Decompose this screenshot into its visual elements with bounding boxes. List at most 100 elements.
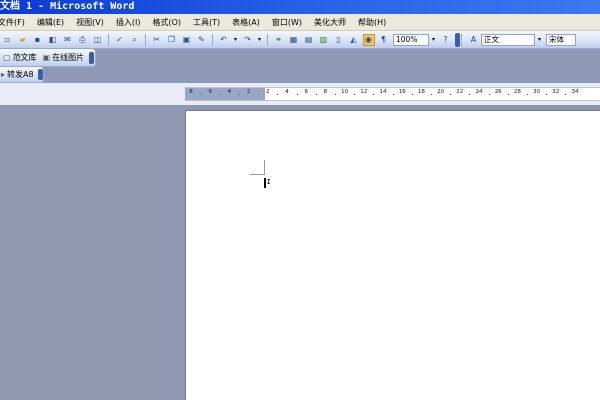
menu-edit[interactable]: 编辑(E) <box>37 14 64 31</box>
margin-corner-mark <box>264 160 265 175</box>
convert-toolbar: ▸ 转发A8 <box>0 67 44 83</box>
ruler-tick-label: 26 <box>494 89 502 95</box>
online-images-button[interactable]: ▣ 在线图片 <box>43 52 85 63</box>
tables-borders-icon[interactable]: ▦ <box>288 34 300 46</box>
convert-a8-button[interactable]: ▸ 转发A8 <box>1 69 34 80</box>
insert-excel-icon[interactable]: ▥ <box>318 34 330 46</box>
ruler-tick-label: 8 <box>323 89 328 95</box>
redo-icon[interactable]: ↷ <box>242 34 254 46</box>
toolbar2-options-icon[interactable] <box>89 51 95 64</box>
menu-view[interactable]: 视图(V) <box>76 14 104 31</box>
ruler-tick-mark <box>431 94 432 95</box>
standard-toolbar: ▫ ▰ ▪ ◧ ✉ ⎙ ◫ ✓ ⌕ ✂ ❐ ▣ ✎ ↶ ▾ ↷ ▾ ⚭ ▦ ▤ … <box>0 31 600 49</box>
template-library-label: 范文库 <box>12 53 37 62</box>
window-title: 文档 1 - Microsoft Word <box>0 1 135 12</box>
redo-dropdown-icon[interactable]: ▾ <box>255 35 264 45</box>
ruler-tick-mark <box>239 94 240 95</box>
ruler-tick-label: 6 <box>208 89 212 95</box>
template-library-icon: ▢ <box>3 53 11 62</box>
copy-icon[interactable]: ❐ <box>166 34 178 46</box>
style-select[interactable]: 正文 <box>481 33 535 46</box>
ruler-tick-mark <box>565 94 567 95</box>
menu-file[interactable]: 文件(F) <box>0 14 25 31</box>
ruler-tick-mark <box>296 94 298 95</box>
toolbar-separator <box>145 33 146 46</box>
menu-tools[interactable]: 工具(T) <box>193 14 220 31</box>
menu-bar: 文件(F) 编辑(E) 视图(V) 插入(I) 格式(O) 工具(T) 表格(A… <box>0 14 600 31</box>
columns-icon[interactable]: ▯ <box>333 34 345 46</box>
ruler-tick-label: 32 <box>552 89 560 95</box>
ruler-tick-label: 30 <box>533 89 541 95</box>
save-icon[interactable]: ▪ <box>32 34 44 46</box>
help-icon[interactable]: ? <box>440 34 452 46</box>
cut-icon[interactable]: ✂ <box>151 34 163 46</box>
paste-icon[interactable]: ▣ <box>181 34 193 46</box>
research-icon[interactable]: ⌕ <box>129 34 141 46</box>
margin-corner-mark <box>250 174 264 175</box>
format-painter-icon[interactable]: ✎ <box>196 34 208 46</box>
toolbar3-options-icon[interactable] <box>38 69 43 80</box>
ruler-tick-mark <box>200 94 202 95</box>
print-icon[interactable]: ⎙ <box>77 34 89 46</box>
menu-format[interactable]: 格式(O) <box>152 14 181 31</box>
online-images-label: 在线图片 <box>52 53 85 62</box>
toolbar-grip[interactable] <box>461 33 464 46</box>
ruler-tick-label: 18 <box>417 89 425 95</box>
print-preview-icon[interactable]: ◫ <box>92 34 104 46</box>
toolbar-separator <box>108 33 109 46</box>
toolbar-separator <box>212 33 213 46</box>
ruler-tick-label: 22 <box>456 89 464 95</box>
document-page[interactable] <box>185 110 600 400</box>
menu-table[interactable]: 表格(A) <box>232 14 260 31</box>
convert-a8-label: 转发A8 <box>7 70 34 79</box>
style-value: 正文 <box>484 35 499 44</box>
menu-insert[interactable]: 插入(I) <box>116 14 141 31</box>
ruler-tick-mark <box>373 94 375 95</box>
document-map-icon[interactable]: ◉ <box>362 33 375 46</box>
styles-pane-icon[interactable]: A <box>468 34 480 46</box>
ruler-tick-label: 2 <box>266 89 270 95</box>
ibeam-cursor-icon: ɪ <box>267 177 271 187</box>
toolbar-options-icon[interactable] <box>455 32 460 47</box>
ruler-tick-mark <box>277 94 279 95</box>
undo-icon[interactable]: ↶ <box>218 34 230 46</box>
style-dropdown-icon[interactable]: ▾ <box>535 35 544 45</box>
ruler-tick-mark <box>392 94 394 95</box>
undo-dropdown-icon[interactable]: ▾ <box>231 35 240 45</box>
open-folder-icon[interactable]: ▰ <box>17 34 29 46</box>
ruler-tick-label: 4 <box>227 89 232 95</box>
ruler-left-margin <box>185 88 265 100</box>
ruler-tick-mark <box>527 94 528 95</box>
menu-window[interactable]: 窗口(W) <box>272 14 302 31</box>
ruler-tick-label: 10 <box>341 89 349 95</box>
ruler-tick-label: 14 <box>379 89 387 95</box>
show-hide-icon[interactable]: ¶ <box>378 34 390 46</box>
zoom-select[interactable]: 100% <box>393 33 429 46</box>
ruler-tick-mark <box>507 94 509 95</box>
ruler-tick-mark <box>258 94 260 95</box>
ruler-tick-label: 6 <box>304 89 308 95</box>
spelling-icon[interactable]: ✓ <box>114 34 126 46</box>
template-library-button[interactable]: ▢ 范文库 <box>3 52 37 63</box>
ruler-tick-mark <box>315 94 317 95</box>
ruler-tick-label: 2 <box>246 89 251 95</box>
ruler-tick-mark <box>488 94 490 95</box>
new-document-icon[interactable]: ▫ <box>2 34 14 46</box>
ruler-tick-label: 20 <box>437 89 445 95</box>
horizontal-ruler[interactable]: 8 6 4 2 2 4 6 8 10 12 14 16 18 20 22 24 26 28 30 32 34 <box>185 87 600 101</box>
menu-help[interactable]: 帮助(H) <box>358 14 386 31</box>
text-caret <box>264 178 266 188</box>
ruler-tick-mark <box>354 94 356 95</box>
email-icon[interactable]: ✉ <box>62 34 74 46</box>
font-value: 宋体 <box>549 35 564 44</box>
permission-icon[interactable]: ◧ <box>47 34 59 46</box>
ruler-tick-mark <box>469 94 471 95</box>
hyperlink-icon[interactable]: ⚭ <box>273 34 285 46</box>
drawing-icon[interactable]: ◭ <box>348 34 360 46</box>
ruler-tick-mark <box>219 94 221 95</box>
ruler-tick-mark <box>411 94 413 95</box>
insert-table-icon[interactable]: ▤ <box>303 34 315 46</box>
zoom-dropdown-icon[interactable]: ▾ <box>429 35 438 45</box>
font-select[interactable]: 宋体 <box>546 33 576 46</box>
menu-beautify[interactable]: 美化大师 <box>314 14 346 31</box>
